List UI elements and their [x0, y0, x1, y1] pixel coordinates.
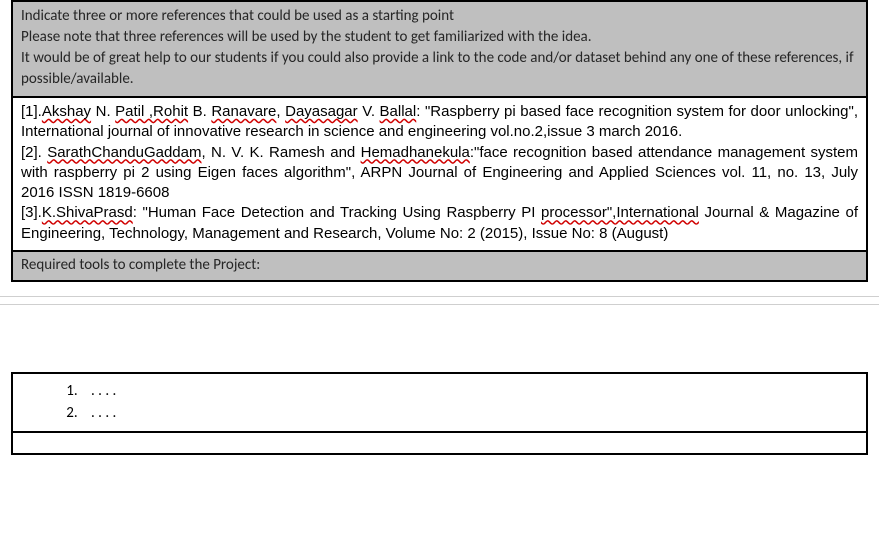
references-header-cell: Indicate three or more references that c… [12, 1, 867, 97]
tools-list: . . . . . . . . [21, 380, 858, 425]
reference-entry: [2]. SarathChanduGaddam, N. V. K. Ramesh… [21, 143, 858, 204]
tools-header-label: Required tools to complete the Project: [21, 256, 260, 274]
empty-cell[interactable] [12, 432, 867, 454]
form-lower-table: . . . . . . . . [11, 372, 868, 455]
references-body-cell[interactable]: [1].Akshay N. Patil ,Rohit B. Ranavare, … [12, 97, 867, 251]
form-upper-table: Indicate three or more references that c… [11, 0, 868, 282]
tools-body-cell[interactable]: . . . . . . . . [12, 373, 867, 432]
misspelled-word: Dayasagar [285, 103, 358, 120]
list-item-text: . . . . [91, 404, 116, 422]
misspelled-word: processor",International [541, 204, 699, 221]
list-item-text: . . . . [91, 382, 116, 400]
list-item: . . . . [81, 402, 858, 425]
page-break-gap [0, 282, 879, 372]
tools-header-cell: Required tools to complete the Project: [12, 251, 867, 281]
misspelled-word: K.ShivaPrasd [42, 204, 133, 221]
misspelled-word: SarathChanduGaddam [47, 144, 201, 161]
misspelled-word: Akshay [42, 103, 91, 120]
reference-entry: [1].Akshay N. Patil ,Rohit B. Ranavare, … [21, 102, 858, 143]
ref-prefix: [1]. [21, 103, 42, 120]
misspelled-word: Hemadhanekula [361, 144, 470, 161]
reference-entry: [3].K.ShivaPrasd: "Human Face Detection … [21, 203, 858, 244]
document-page: Indicate three or more references that c… [0, 0, 879, 455]
references-header-line1: Indicate three or more references that c… [21, 6, 858, 27]
references-header-line2: Please note that three references will b… [21, 27, 858, 48]
references-header-line3: It would be of great help to our student… [21, 48, 858, 90]
list-item: . . . . [81, 380, 858, 403]
misspelled-word: Ranavare [211, 103, 276, 120]
ref-prefix: [2]. [21, 144, 47, 161]
misspelled-word: Ballal [380, 103, 417, 120]
misspelled-word: Patil ,Rohit [115, 103, 188, 120]
ref-prefix: [3]. [21, 204, 42, 221]
